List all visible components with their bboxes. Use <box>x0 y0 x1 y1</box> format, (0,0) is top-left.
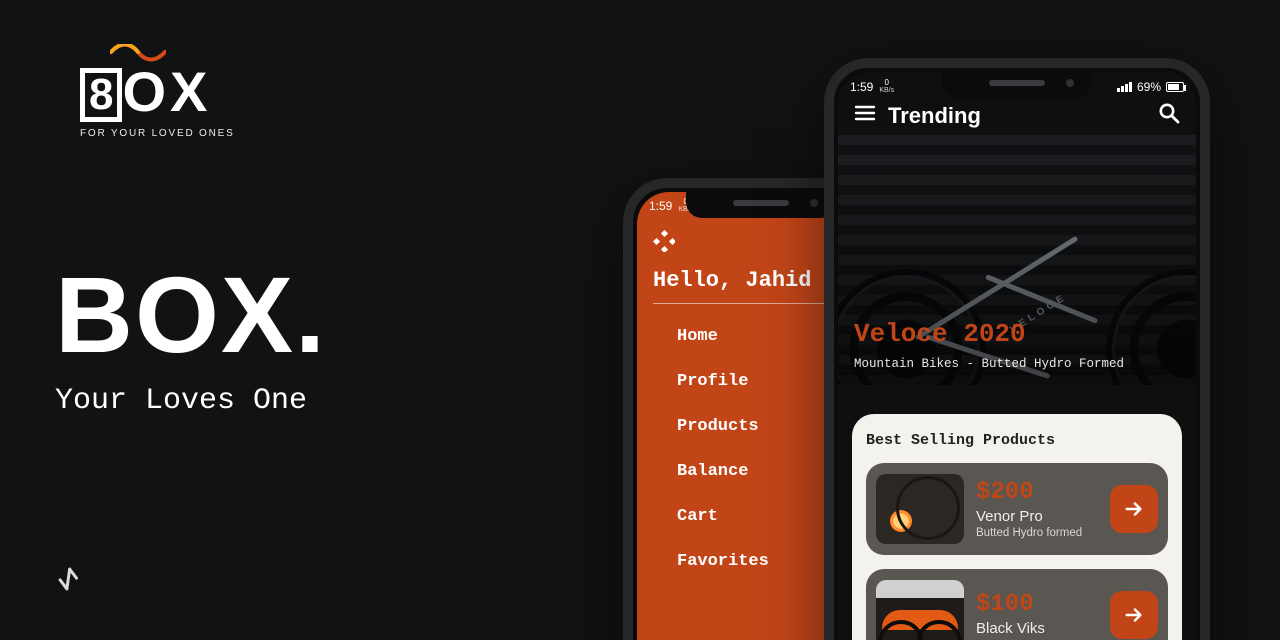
section-heading: Best Selling Products <box>866 432 1168 449</box>
product-card[interactable]: $100 Black Viks <box>866 569 1168 640</box>
product-thumb <box>876 474 964 544</box>
menu-icon[interactable] <box>854 102 876 129</box>
page-title: Trending <box>888 103 981 129</box>
stage: 8OX FOR YOUR LOVED ONES BOX. Your Loves … <box>0 0 1280 640</box>
arrow-right-icon[interactable] <box>1110 591 1158 639</box>
headline-text: BOX. <box>55 252 327 377</box>
status-battery: 69% <box>1137 80 1161 94</box>
artist-mark-icon <box>54 567 82 600</box>
brand-wordmark: 8OX <box>80 64 235 122</box>
brand-logo: 8OX FOR YOUR LOVED ONES <box>80 44 235 139</box>
best-selling-sheet: Best Selling Products $200 Venor Pro But… <box>852 414 1182 640</box>
trending-screen: 1:59 0KB/s 69% Trending <box>838 72 1196 640</box>
subhead: Your Loves One <box>55 384 307 418</box>
hero-title: Veloce 2020 <box>854 319 1026 349</box>
arrow-right-icon[interactable] <box>1110 485 1158 533</box>
search-icon[interactable] <box>1158 102 1180 129</box>
phone-notch <box>942 72 1092 98</box>
phone-notch <box>686 192 836 218</box>
product-name: Black Viks <box>976 620 1098 637</box>
hero[interactable]: VELOCE Veloce 2020 Mountain Bikes - Butt… <box>838 135 1196 385</box>
hero-subtitle: Mountain Bikes - Butted Hydro Formed <box>854 357 1124 371</box>
headline: BOX. <box>55 252 327 377</box>
status-net: 0KB/s <box>879 79 894 95</box>
product-name: Venor Pro <box>976 508 1098 525</box>
title-bar: Trending <box>838 100 1196 129</box>
product-card[interactable]: $200 Venor Pro Butted Hydro formed <box>866 463 1168 555</box>
product-desc: Butted Hydro formed <box>976 527 1098 539</box>
drawer-diamond-icon <box>653 230 675 252</box>
phone-trending: 1:59 0KB/s 69% Trending <box>824 58 1210 640</box>
brand-tagline: FOR YOUR LOVED ONES <box>80 128 235 139</box>
signal-icon <box>1117 82 1132 92</box>
status-time: 1:59 <box>649 199 672 213</box>
product-price: $200 <box>976 479 1098 506</box>
status-time: 1:59 <box>850 80 873 94</box>
product-thumb <box>876 580 964 640</box>
battery-icon <box>1166 82 1184 92</box>
product-price: $100 <box>976 591 1098 618</box>
